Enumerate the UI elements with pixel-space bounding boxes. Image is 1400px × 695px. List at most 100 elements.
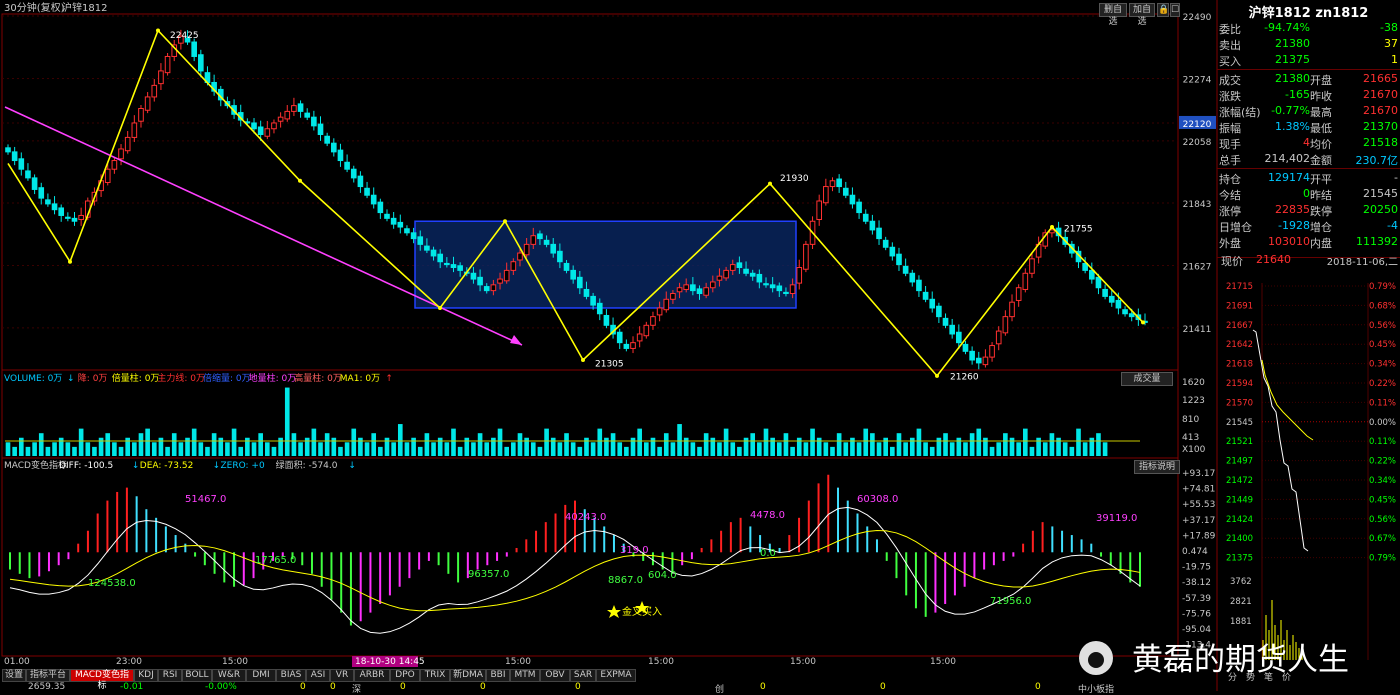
volume-bar xyxy=(1049,433,1055,456)
macd-annotation: 51467.0 xyxy=(185,494,226,505)
macd-axis-label: +55.53 xyxy=(1182,500,1215,510)
candle-body xyxy=(364,187,370,196)
price-axis-label: 21411 xyxy=(1183,325,1212,335)
candle-body xyxy=(523,243,530,256)
volume-bar xyxy=(265,442,270,456)
indicator-tab[interactable]: VR xyxy=(330,669,354,682)
remove-watchlist-button[interactable]: 删自选 xyxy=(1099,3,1127,27)
candle-body xyxy=(789,284,796,295)
volume-bar xyxy=(1062,442,1068,456)
indicator-tab[interactable]: BOLL xyxy=(182,669,212,682)
candle-body xyxy=(769,284,776,289)
quote-label: 昨收 xyxy=(1310,90,1332,103)
indicator-tab[interactable]: BBI xyxy=(486,669,510,682)
mini-pct-label: 0.22% xyxy=(1369,457,1396,467)
candle-body xyxy=(975,357,982,364)
candle-body xyxy=(590,295,596,306)
indicator-tab[interactable]: DMI xyxy=(246,669,276,682)
candle-body xyxy=(517,252,523,261)
indicator-tab[interactable]: EXPMA xyxy=(596,669,636,682)
watermark: 黄磊的期货人生 xyxy=(1079,641,1349,678)
volume-bar xyxy=(132,442,137,456)
volume-bar xyxy=(1036,437,1041,456)
indicator-tab[interactable]: BIAS xyxy=(276,669,306,682)
candle-body xyxy=(304,112,311,118)
volume-bar xyxy=(697,446,702,456)
indicator-tab[interactable]: 设置 xyxy=(2,669,26,682)
quote-separator xyxy=(1217,69,1400,70)
add-watchlist-button[interactable]: 加自选 xyxy=(1129,3,1155,27)
indicator-tab[interactable]: 新DMA xyxy=(450,669,486,682)
indicator-tab[interactable]: RSI xyxy=(158,669,182,682)
volume-bar xyxy=(138,433,144,456)
indicator-tab[interactable]: MTM xyxy=(510,669,540,682)
candle-body xyxy=(876,227,882,240)
volume-bar xyxy=(1102,442,1108,456)
candle-body xyxy=(284,110,291,120)
indicator-tab[interactable]: ARBR xyxy=(354,669,390,682)
candle-body xyxy=(776,285,783,292)
quote-value: 21380 xyxy=(1275,72,1310,85)
candle-body xyxy=(1115,299,1122,309)
candle-body xyxy=(131,122,138,138)
indicator-tab[interactable]: ASI xyxy=(306,669,330,682)
now-price-value: 21640 xyxy=(1256,253,1291,266)
golden-cross-star-icon xyxy=(607,605,621,618)
macd-annotation: 60308.0 xyxy=(857,494,898,505)
macd-axis-label: -38.12 xyxy=(1182,578,1211,588)
price-axis-label: 22058 xyxy=(1183,138,1212,148)
quote-separator xyxy=(1217,168,1400,169)
candle-body xyxy=(916,279,922,292)
indicator-help-button[interactable]: 指标说明 xyxy=(1134,460,1180,474)
indicator-tab[interactable]: TRIX xyxy=(420,669,450,682)
volume-menu-button[interactable]: 成交量 xyxy=(1121,372,1173,386)
candle-body xyxy=(297,103,304,112)
turning-point-label: 21755 xyxy=(1064,224,1093,234)
candle-body xyxy=(410,232,417,240)
candle-body xyxy=(889,246,896,257)
quote-value: 21545 xyxy=(1363,187,1398,200)
indicator-tab[interactable]: OBV xyxy=(540,669,570,682)
mini-price-label: 21667 xyxy=(1226,321,1253,331)
candle-body xyxy=(676,287,683,293)
candle-body xyxy=(783,291,789,295)
candle-body xyxy=(829,180,836,188)
volume-bar xyxy=(617,442,623,456)
indicator-tab[interactable]: SAR xyxy=(570,669,596,682)
candle-body xyxy=(690,284,696,292)
indicator-tab[interactable]: MACD变色指标 xyxy=(70,669,134,691)
volume-bar xyxy=(12,446,17,456)
macd-axis-label: -75.76 xyxy=(1182,609,1211,619)
quote-label: 金额 xyxy=(1310,154,1332,167)
candle-body xyxy=(543,239,550,245)
quote-label: 日增仓 xyxy=(1219,221,1252,234)
volume-bar xyxy=(378,446,383,456)
quote-value: 214,402 xyxy=(1264,152,1311,165)
volume-bar xyxy=(969,433,975,456)
turning-point-label: 21260 xyxy=(950,373,979,383)
indicator-tab[interactable]: W&R xyxy=(212,669,246,682)
macd-annotation: 4478.0 xyxy=(750,510,785,521)
candle-body xyxy=(550,243,557,254)
lock-icon[interactable]: 🔒 xyxy=(1157,3,1169,17)
candle-body xyxy=(510,261,517,271)
volume-bar xyxy=(1009,437,1015,456)
candle-body xyxy=(630,342,636,349)
macd-annotation: 604.0 xyxy=(648,570,677,581)
quote-value: 21370 xyxy=(1363,120,1398,133)
candle-body xyxy=(716,275,723,281)
candle-body xyxy=(723,269,729,279)
window-icon[interactable]: ☐ xyxy=(1170,3,1180,17)
indicator-tab[interactable]: 指标平台 xyxy=(26,669,70,682)
quote-value: -0.77% xyxy=(1271,104,1310,117)
volume-bar xyxy=(956,437,962,456)
volume-bar xyxy=(32,442,37,456)
candle-body xyxy=(144,96,151,111)
volume-bar xyxy=(856,442,862,456)
price-axis-label: 21843 xyxy=(1183,200,1212,210)
quote-label: 成交 xyxy=(1219,74,1241,87)
indicator-tab[interactable]: KDJ xyxy=(134,669,158,682)
now-date: 2018-11-06,二 xyxy=(1326,257,1398,268)
volume-bar xyxy=(896,433,902,456)
indicator-tab[interactable]: DPO xyxy=(390,669,420,682)
